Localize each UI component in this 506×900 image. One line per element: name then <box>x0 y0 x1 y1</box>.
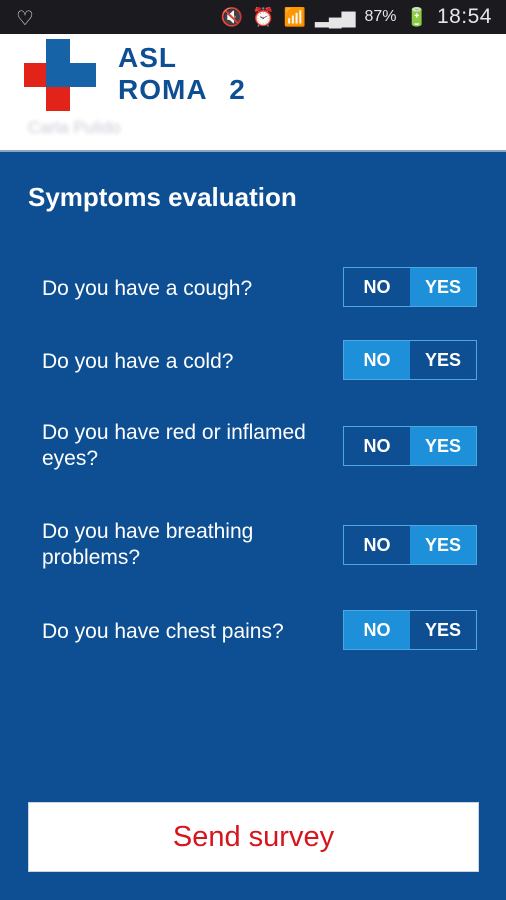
wifi-icon: 📶 <box>283 6 307 27</box>
alarm-icon: ⏰ <box>252 6 275 27</box>
question-text: Do you have breathing problems? <box>42 520 254 569</box>
signal-icon: ▂▄▆ <box>315 6 356 27</box>
yes-no-toggle[interactable]: NO YES <box>343 267 477 307</box>
no-option[interactable]: NO <box>344 611 410 649</box>
mute-icon: 🔇 <box>220 6 244 27</box>
app-header: ASL ROMA 2 Carla Pulido <box>0 34 506 152</box>
yes-no-toggle[interactable]: NO YES <box>343 525 477 565</box>
yes-no-toggle[interactable]: NO YES <box>343 610 477 650</box>
yes-option[interactable]: YES <box>410 611 476 649</box>
send-survey-button[interactable]: Send survey <box>28 802 479 872</box>
question-text: Do you have a cough? <box>42 277 253 300</box>
no-option[interactable]: NO <box>344 526 410 564</box>
no-option[interactable]: NO <box>344 341 410 379</box>
brand-line1: ASL <box>118 42 177 73</box>
yes-option[interactable]: YES <box>410 341 476 379</box>
status-bar: ♡ 🔇 ⏰ 📶 ▂▄▆ 87% 🔋 18:54 <box>0 0 506 34</box>
brand-name: ASL ROMA 2 <box>118 42 246 106</box>
yes-option[interactable]: YES <box>410 526 476 564</box>
asl-logo-cross-icon <box>24 39 96 111</box>
symptoms-panel: Symptoms evaluation Do you have a cough?… <box>0 152 506 900</box>
yes-option[interactable]: YES <box>410 427 476 465</box>
question-text: Do you have chest pains? <box>42 620 284 643</box>
no-option[interactable]: NO <box>344 268 410 306</box>
yes-no-toggle[interactable]: NO YES <box>343 340 477 380</box>
question-text: Do you have red or inflamed eyes? <box>42 421 306 470</box>
heart-outline-icon: ♡ <box>16 8 34 30</box>
status-icons: 🔇 ⏰ 📶 ▂▄▆ 87% 🔋 18:54 <box>221 5 492 29</box>
question-text: Do you have a cold? <box>42 350 234 373</box>
yes-option[interactable]: YES <box>410 268 476 306</box>
battery-percent: 87% <box>364 8 397 25</box>
yes-no-toggle[interactable]: NO YES <box>343 426 477 466</box>
user-name: Carla Pulido <box>28 118 121 137</box>
clock: 18:54 <box>436 5 492 28</box>
page-title: Symptoms evaluation <box>28 182 297 212</box>
no-option[interactable]: NO <box>344 427 410 465</box>
battery-icon: 🔋 <box>405 6 428 27</box>
brand-line2: ROMA 2 <box>118 74 246 105</box>
